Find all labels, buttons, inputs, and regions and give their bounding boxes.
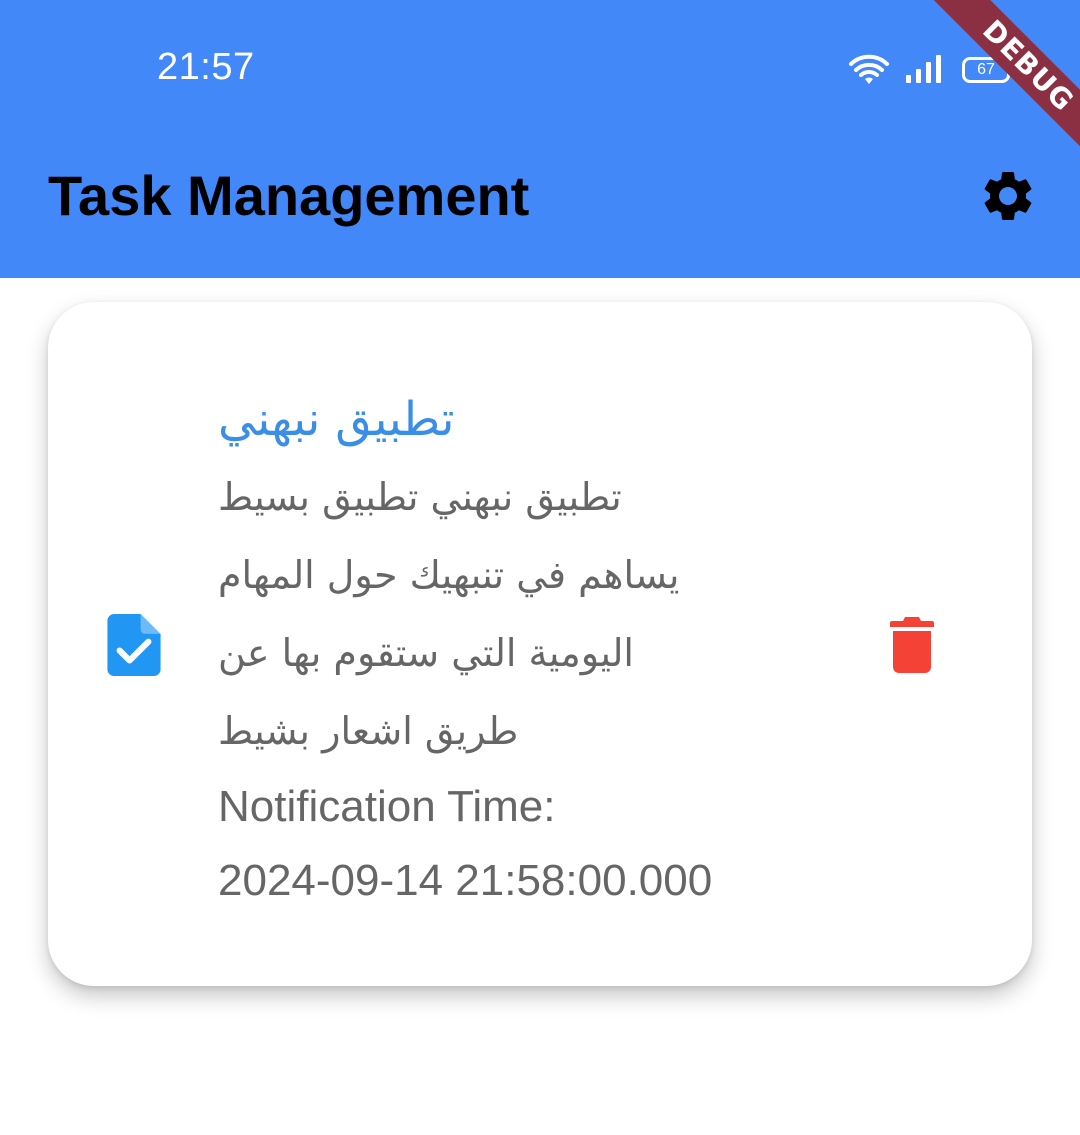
status-time: 21:57: [157, 46, 255, 88]
task-description-line: اليومية التي ستقوم بها عن: [218, 631, 634, 675]
status-icons: 67: [848, 48, 1014, 92]
task-file-check-icon: [107, 614, 161, 676]
delete-button[interactable]: [882, 612, 942, 678]
task-description-line: يساهم في تنبهيك حول المهام: [218, 553, 680, 597]
notification-label: Notification Time:: [218, 782, 556, 831]
wifi-icon: [849, 54, 889, 84]
task-title: تطبيق نبهني: [218, 392, 455, 447]
task-card[interactable]: تطبيق نبهني تطبيق نبهني تطبيق بسيط يساهم…: [48, 302, 1032, 986]
battery-indicator: 67: [962, 57, 1014, 83]
task-description: تطبيق نبهني تطبيق بسيط يساهم في تنبهيك ح…: [218, 458, 778, 770]
gear-icon: [984, 172, 1032, 220]
notification-time: 2024-09-14 21:58:00.000: [218, 856, 713, 905]
page-title: Task Management: [48, 164, 530, 227]
task-description-line: طريق اشعار بشيط: [218, 709, 519, 753]
task-content: تطبيق نبهني تطبيق نبهني تطبيق بسيط يساهم…: [218, 382, 818, 918]
settings-button[interactable]: [972, 160, 1044, 232]
trash-icon: [890, 617, 934, 673]
signal-icon: [906, 55, 941, 83]
task-description-line: تطبيق نبهني تطبيق بسيط: [218, 475, 622, 519]
notification-info: Notification Time: 2024-09-14 21:58:00.0…: [218, 770, 818, 918]
app-bar: 21:57 67 Task Management: [0, 0, 1080, 278]
